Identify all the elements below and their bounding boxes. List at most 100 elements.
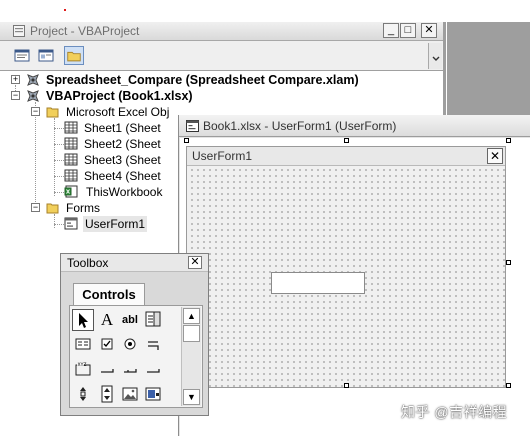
tool-panel: A abl XYZ ▲ ▼ bbox=[69, 305, 203, 408]
resize-handle[interactable] bbox=[184, 138, 189, 143]
mdi-divider bbox=[446, 22, 447, 122]
tree-item-userform1[interactable]: UserForm1 bbox=[64, 216, 154, 232]
tree-item-label: Sheet2 (Sheet bbox=[84, 137, 161, 151]
worksheet-icon bbox=[64, 153, 78, 166]
project-titlebar[interactable]: Project - VBAProject _ □ ✕ bbox=[0, 22, 443, 41]
tree-item-label: UserForm1 bbox=[83, 216, 148, 232]
toolbar-scroll[interactable] bbox=[428, 43, 442, 69]
tree-item-thisworkbook[interactable]: ThisWorkbook bbox=[64, 184, 179, 200]
tree-item-spreadsheet-compare[interactable]: + Spreadsheet_Compare (Spreadsheet Compa… bbox=[10, 72, 390, 88]
listbox-tool[interactable] bbox=[72, 334, 94, 356]
tree-connector bbox=[54, 118, 55, 196]
tree-item-label: Sheet1 (Sheet bbox=[84, 121, 161, 135]
tree-connector bbox=[54, 128, 64, 129]
resize-handle[interactable] bbox=[344, 383, 349, 388]
userform-designer-window: Book1.xlsx - UserForm1 (UserForm) UserFo… bbox=[178, 115, 530, 436]
resize-handle[interactable] bbox=[506, 260, 511, 265]
designer-titlebar[interactable]: Book1.xlsx - UserForm1 (UserForm) bbox=[179, 115, 530, 137]
multipage-tool[interactable] bbox=[142, 359, 164, 381]
commandbutton-tool[interactable] bbox=[96, 359, 118, 381]
worksheet-icon bbox=[64, 169, 78, 182]
red-dot bbox=[64, 9, 66, 11]
collapse-toggle[interactable]: − bbox=[31, 203, 40, 212]
resize-handle[interactable] bbox=[506, 138, 511, 143]
refedit-tool[interactable] bbox=[142, 384, 164, 406]
tree-item-sheet3[interactable]: Sheet3 (Sheet bbox=[64, 152, 179, 168]
minimize-button[interactable]: _ bbox=[383, 23, 399, 38]
restore-button[interactable]: □ bbox=[400, 23, 416, 38]
tabstrip-tool[interactable] bbox=[119, 359, 141, 381]
svg-text:XYZ: XYZ bbox=[78, 362, 87, 368]
combobox-icon bbox=[145, 311, 161, 327]
spinbutton-tool[interactable] bbox=[96, 384, 118, 406]
toggle-folders-icon[interactable] bbox=[64, 46, 84, 65]
tree-item-label: ThisWorkbook bbox=[86, 185, 163, 199]
listbox-icon bbox=[75, 338, 91, 350]
togglebutton-tool[interactable] bbox=[142, 334, 164, 356]
tree-item-vbaproject[interactable]: − VBAProject (Book1.xlsx) bbox=[10, 88, 270, 104]
toolbox-close-button[interactable]: ✕ bbox=[188, 256, 202, 269]
mdi-background bbox=[443, 22, 530, 122]
vba-project-icon bbox=[27, 74, 39, 86]
tab-controls[interactable]: Controls bbox=[73, 283, 145, 305]
tree-item-excel-objects[interactable]: − Microsoft Excel Obj bbox=[30, 104, 180, 120]
command-button-icon bbox=[101, 369, 114, 373]
image-tool[interactable] bbox=[119, 384, 141, 406]
frame-tool[interactable]: XYZ bbox=[72, 359, 94, 381]
toolbox-title: Toolbox bbox=[67, 256, 109, 270]
tree-item-forms[interactable]: − Forms bbox=[30, 200, 110, 216]
vba-project-icon bbox=[27, 90, 39, 102]
scroll-up-button[interactable]: ▲ bbox=[183, 308, 200, 324]
optionbutton-tool[interactable] bbox=[119, 334, 141, 356]
pointer-icon bbox=[79, 313, 88, 328]
folder-open-icon bbox=[46, 203, 59, 214]
resize-handle[interactable] bbox=[506, 383, 511, 388]
radio-icon bbox=[124, 338, 136, 350]
chevron-down-icon bbox=[432, 56, 440, 61]
tree-item-sheet4[interactable]: Sheet4 (Sheet bbox=[64, 168, 179, 184]
userform[interactable]: UserForm1 ✕ bbox=[186, 146, 506, 388]
tree-item-label: Sheet4 (Sheet bbox=[84, 169, 161, 183]
view-code-icon[interactable] bbox=[12, 46, 32, 65]
userform-icon bbox=[64, 217, 78, 230]
userform-close-button[interactable]: ✕ bbox=[487, 148, 503, 164]
project-window-title: Project - VBAProject bbox=[30, 24, 140, 38]
collapse-toggle[interactable]: − bbox=[31, 107, 40, 116]
textbox-control[interactable] bbox=[271, 272, 365, 294]
combobox-tool[interactable] bbox=[142, 309, 164, 331]
toolbox-scrollbar[interactable]: ▲ ▼ bbox=[181, 307, 201, 406]
image-icon bbox=[122, 387, 138, 401]
select-objects-tool[interactable] bbox=[72, 309, 94, 331]
worksheet-icon bbox=[64, 137, 78, 150]
workbook-icon bbox=[64, 185, 78, 198]
tree-connector bbox=[54, 160, 64, 161]
resize-handle[interactable] bbox=[344, 138, 349, 143]
project-window-icon bbox=[13, 25, 25, 37]
label-tool[interactable]: A bbox=[96, 309, 118, 331]
refedit-icon bbox=[145, 387, 161, 401]
toggle-icon bbox=[148, 341, 159, 350]
checkbox-icon bbox=[101, 338, 113, 350]
scroll-down-button[interactable]: ▼ bbox=[183, 389, 200, 405]
tree-item-label: Sheet3 (Sheet bbox=[84, 153, 161, 167]
tree-connector bbox=[54, 176, 64, 177]
view-object-icon[interactable] bbox=[36, 46, 56, 65]
worksheet-icon bbox=[64, 121, 78, 134]
expand-toggle[interactable]: + bbox=[11, 75, 20, 84]
design-canvas[interactable]: UserForm1 ✕ bbox=[180, 138, 530, 436]
spinbutton-icon bbox=[101, 385, 113, 403]
tree-item-label: VBAProject (Book1.xlsx) bbox=[46, 89, 193, 103]
tree-connector bbox=[54, 224, 64, 225]
checkbox-tool[interactable] bbox=[96, 334, 118, 356]
userform-titlebar: UserForm1 ✕ bbox=[187, 147, 505, 166]
tree-item-sheet1[interactable]: Sheet1 (Sheet bbox=[64, 120, 179, 136]
userform-caption: UserForm1 bbox=[192, 149, 253, 163]
tree-item-label: Microsoft Excel Obj bbox=[66, 105, 170, 119]
scroll-thumb[interactable] bbox=[183, 325, 200, 342]
close-button[interactable]: ✕ bbox=[421, 23, 437, 38]
toolbox-titlebar[interactable]: Toolbox ✕ bbox=[61, 254, 208, 272]
tree-item-sheet2[interactable]: Sheet2 (Sheet bbox=[64, 136, 179, 152]
scrollbar-tool[interactable] bbox=[72, 384, 94, 406]
collapse-toggle[interactable]: − bbox=[11, 91, 20, 100]
textbox-tool[interactable]: abl bbox=[119, 309, 141, 331]
